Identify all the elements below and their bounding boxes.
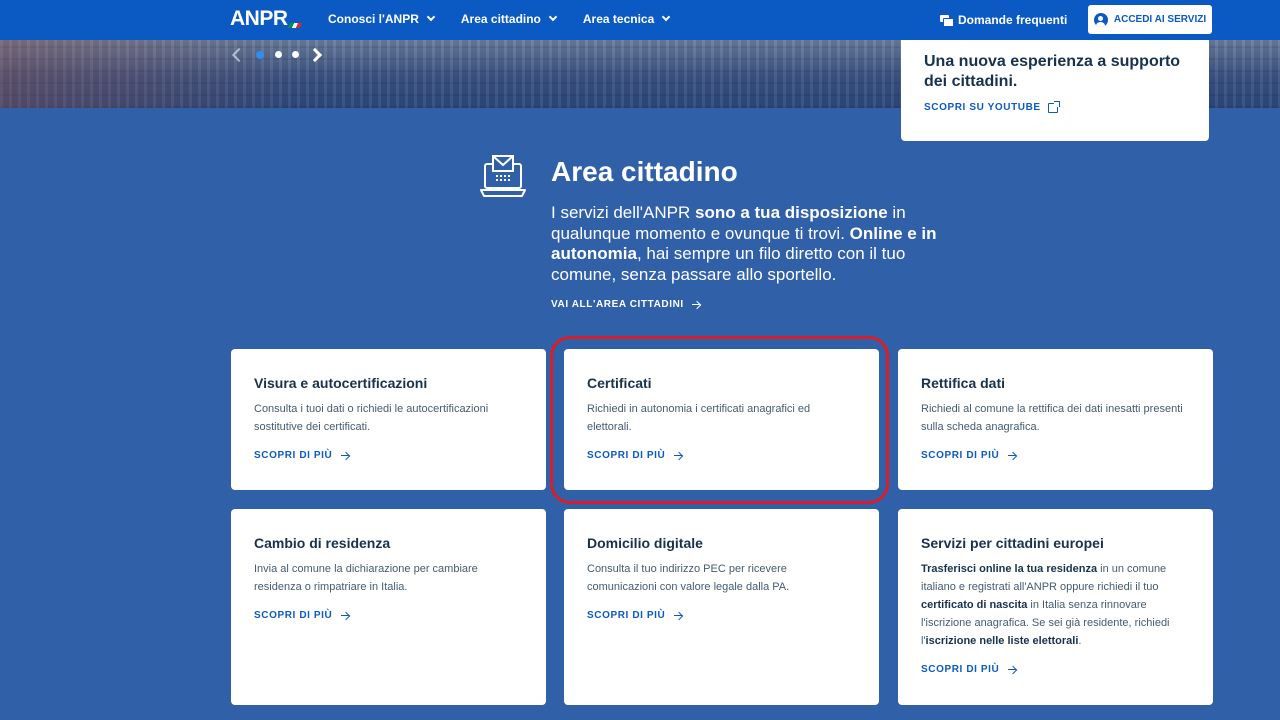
card-title: Domicilio digitale [587,535,703,551]
chat-bubbles-icon [940,15,954,27]
card-title: Certificati [587,375,652,391]
user-icon [1093,12,1108,27]
arrow-right-icon [1008,452,1017,460]
youtube-link[interactable]: SCOPRI SU YOUTUBE [924,100,1186,113]
area-link-label: VAI ALL'AREA CITTADINI [551,299,684,310]
chevron-down-icon [548,12,558,22]
nav-label: Conosci l'ANPR [328,12,419,26]
scopri-link[interactable]: SCOPRI DI PIÙ [254,450,523,461]
area-description: I servizi dell'ANPR sono a tua disposizi… [551,203,937,284]
carousel-prev-icon[interactable] [231,47,247,63]
faq-label: Domande frequenti [958,13,1068,27]
card-cambio-residenza[interactable]: Cambio di residenza Invia al comune la d… [231,509,546,705]
arrow-right-icon [341,612,350,620]
card-title: Cambio di residenza [254,535,391,551]
carousel-next-icon[interactable] [307,47,323,63]
arrow-right-icon [1008,666,1017,674]
scopri-label: SCOPRI DI PIÙ [587,450,666,461]
arrow-right-icon [674,452,683,460]
arrow-right-icon [341,452,350,460]
card-text: Invia al comune la dichiarazione per cam… [254,563,478,593]
accedi-servizi-button[interactable]: ACCEDI AI SERVIZI [1088,5,1212,34]
scopri-label: SCOPRI DI PIÙ [254,450,333,461]
carousel-dot[interactable] [292,51,299,58]
card-text: Consulta il tuo indirizzo PEC per riceve… [587,563,790,593]
chevron-down-icon [426,12,436,22]
card-cittadini-europei[interactable]: Servizi per cittadini europei Trasferisc… [898,509,1213,705]
card-title: Servizi per cittadini europei [921,535,1104,551]
card-title: Rettifica dati [921,375,1006,391]
accedi-label: ACCEDI AI SERVIZI [1113,14,1207,25]
scopri-link[interactable]: SCOPRI DI PIÙ [254,610,523,621]
laptop-mail-icon [480,155,526,197]
arrow-right-icon [691,301,701,309]
carousel-dot[interactable] [275,51,282,58]
top-navigation-bar: ANPR Conosci l'ANPR Area cittadino Area … [0,0,1280,40]
card-visura[interactable]: Visura e autocertificazioni Consulta i t… [231,349,546,490]
nav-conosci-anpr[interactable]: Conosci l'ANPR [328,12,436,26]
italian-flag-icon [287,23,302,28]
nav-area-cittadino[interactable]: Area cittadino [460,12,558,26]
card-text: Richiedi in autonomia i certificati anag… [587,403,811,433]
scopri-label: SCOPRI DI PIÙ [921,450,1000,461]
arrow-right-icon [674,612,683,620]
youtube-link-label: SCOPRI SU YOUTUBE [924,102,1041,113]
card-rettifica[interactable]: Rettifica dati Richiedi al comune la ret… [898,349,1213,490]
anpr-logo[interactable]: ANPR [230,7,302,31]
card-title: Visura e autocertificazioni [254,375,428,391]
external-link-icon [1047,100,1060,113]
nav-label: Area tecnica [582,12,655,26]
card-domicilio-digitale[interactable]: Domicilio digitale Consulta il tuo indir… [564,509,879,705]
card-certificati[interactable]: Certificati Richiedi in autonomia i cert… [564,349,879,490]
scopri-link[interactable]: SCOPRI DI PIÙ [921,450,1190,461]
scopri-label: SCOPRI DI PIÙ [254,610,333,621]
scopri-label: SCOPRI DI PIÙ [587,610,666,621]
scopri-link[interactable]: SCOPRI DI PIÙ [921,664,1190,675]
carousel-dot[interactable] [256,51,264,59]
video-card-title: Una nuova esperienza a supporto dei citt… [924,53,1181,90]
nav-area-tecnica[interactable]: Area tecnica [582,12,671,26]
card-text: Trasferisci online la tua residenza in u… [921,563,1170,647]
card-text: Richiedi al comune la rettifica dei dati… [921,403,1183,433]
scopri-link[interactable]: SCOPRI DI PIÙ [587,610,856,621]
faq-link[interactable]: Domande frequenti [940,13,1067,27]
logo-text: ANPR [230,7,288,30]
chevron-down-icon [662,12,671,22]
main-nav: Conosci l'ANPR Area cittadino Area tecni… [328,12,671,26]
area-title: Area cittadino [551,156,738,187]
nav-label: Area cittadino [460,12,541,26]
video-card: Una nuova esperienza a supporto dei citt… [901,28,1209,141]
scopri-link[interactable]: SCOPRI DI PIÙ [587,450,856,461]
card-text: Consulta i tuoi dati o richiedi le autoc… [254,403,489,433]
area-cittadini-link[interactable]: VAI ALL'AREA CITTADINI [551,299,701,310]
scopri-label: SCOPRI DI PIÙ [921,664,1000,675]
